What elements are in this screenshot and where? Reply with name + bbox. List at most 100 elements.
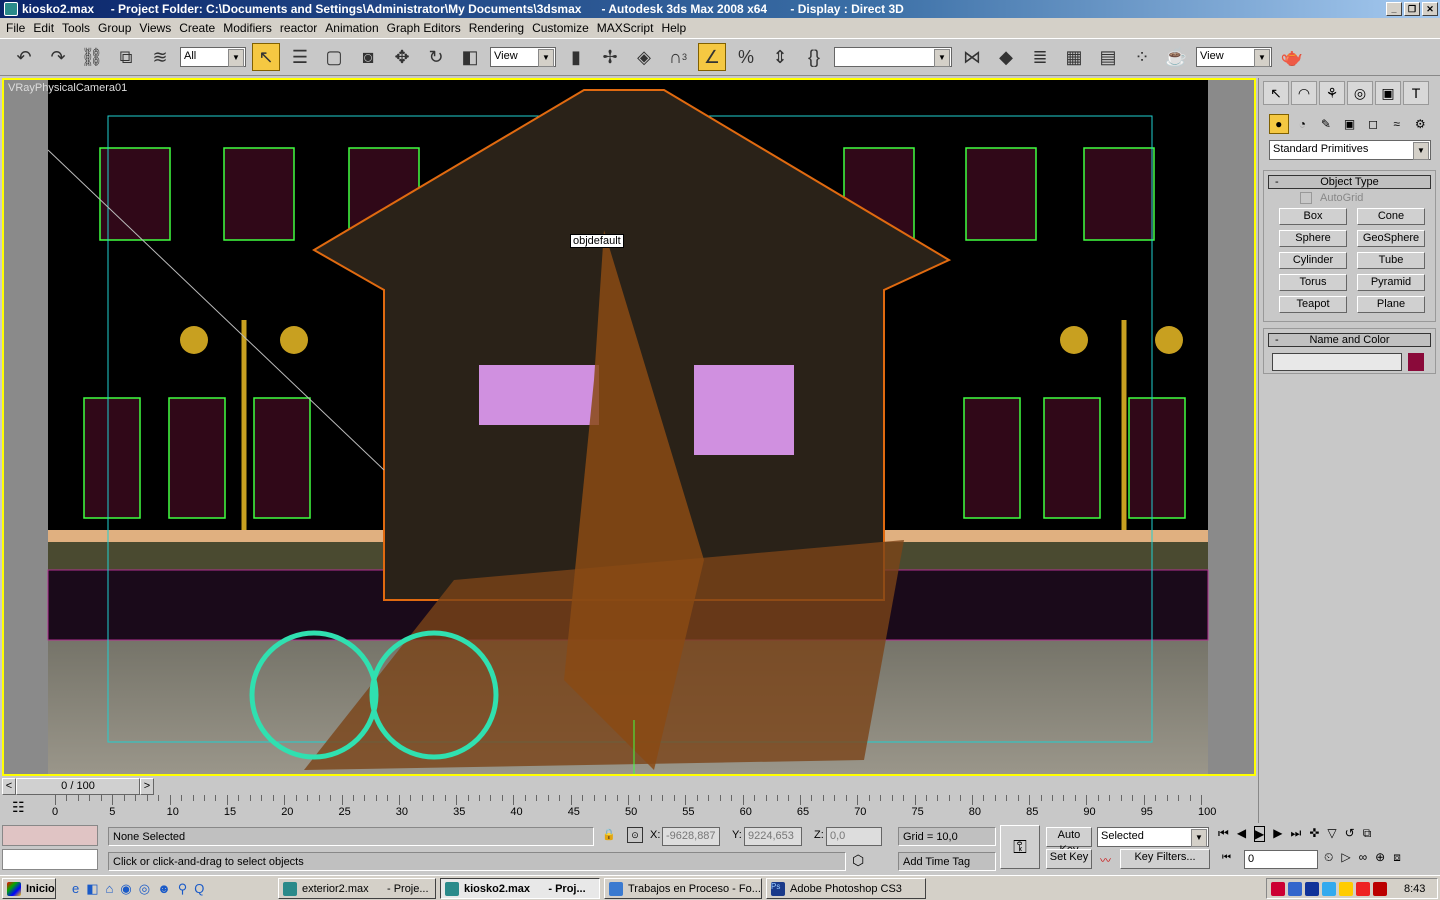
lights-icon[interactable]: ✎ [1316,114,1336,134]
render-view-dropdown[interactable]: View [1196,47,1272,67]
material-editor-icon[interactable]: ⁘ [1128,43,1156,71]
menu-modifiers[interactable]: Modifiers [221,21,278,35]
task-exterior2[interactable]: exterior2.max - Proje... [278,878,436,899]
camera-viewport[interactable]: VRayPhysicalCamera01 objdefault [2,78,1256,776]
y-coordinate-input[interactable]: 9224,653 [744,827,802,846]
space-warps-icon[interactable]: ≈ [1387,114,1407,134]
object-type-rollout[interactable]: - Object Type [1268,175,1431,189]
utilities-tab-icon[interactable]: T [1403,81,1429,105]
time-slider[interactable]: < 0 / 100 > [0,777,1256,795]
lock-icon[interactable]: 🔒 [602,828,616,841]
quicklaunch-icon[interactable]: ◧ [86,881,98,897]
autogrid-checkbox[interactable]: AutoGrid [1264,189,1435,204]
prev-frame-button[interactable]: < [2,778,16,795]
task-photoshop[interactable]: Ps Adobe Photoshop CS3 [766,878,926,899]
curve-editor-icon[interactable]: ▦ [1060,43,1088,71]
layer-manager-icon[interactable]: ≣ [1026,43,1054,71]
auto-key-button[interactable]: Auto Key [1046,827,1092,856]
menu-edit[interactable]: Edit [31,21,60,35]
box-button[interactable]: Box [1279,208,1347,225]
min-max-toggle-icon[interactable]: ⧈ [1393,850,1401,865]
selection-filter-dropdown[interactable]: All [180,47,246,67]
sphere-button[interactable]: Sphere [1279,230,1347,247]
maxscript-listener-mini[interactable] [2,825,98,846]
shapes-icon[interactable]: ◔ [1293,114,1313,134]
snap-toggle-icon[interactable]: ∩ 3 [664,43,692,71]
menu-maxscript[interactable]: MAXScript [595,21,660,35]
rotate-icon[interactable]: ↻ [422,43,450,71]
fov-icon[interactable]: ▽ [1327,826,1336,842]
align-icon[interactable]: ◆ [992,43,1020,71]
name-color-rollout[interactable]: - Name and Color [1268,333,1431,347]
window-crossing-icon[interactable]: ◙ [354,43,382,71]
key-mode-dropdown[interactable]: Selected [1097,827,1209,847]
named-selection-dropdown[interactable] [834,47,952,67]
geometry-icon[interactable]: ● [1269,114,1289,134]
x-coordinate-input[interactable]: -9628,887 [662,827,720,846]
menu-reactor[interactable]: reactor [278,21,323,35]
home-icon[interactable]: ⌂ [106,881,114,897]
redo-icon[interactable]: ↷ [44,43,72,71]
menu-animation[interactable]: Animation [323,21,384,35]
cone-button[interactable]: Cone [1357,208,1425,225]
current-frame-input[interactable]: 0 [1244,850,1318,869]
acrobat-icon[interactable]: ◉ [120,881,131,897]
angle-snap-icon[interactable]: ∠ [698,43,726,71]
menu-help[interactable]: Help [659,21,692,35]
scale-icon[interactable]: ◧ [456,43,484,71]
plane-button[interactable]: Plane [1357,296,1425,313]
tube-button[interactable]: Tube [1357,252,1425,269]
set-key-icon[interactable]: ⚿ [1000,825,1040,869]
category-dropdown[interactable]: Standard Primitives [1269,140,1431,160]
play-icon[interactable]: ▶ [1254,826,1266,842]
rect-selection-icon[interactable]: ▢ [320,43,348,71]
hierarchy-tab-icon[interactable]: ⚘ [1319,81,1345,105]
default-tangent-icon[interactable]: 〰 [1100,852,1111,868]
next-frame-button[interactable]: > [140,778,154,795]
time-slider-thumb[interactable]: 0 / 100 [16,778,140,795]
schematic-view-icon[interactable]: ▤ [1094,43,1122,71]
dolly-icon[interactable]: ▷ [1341,850,1350,865]
ie-icon[interactable]: e [72,881,79,897]
media-icon[interactable]: ◎ [139,881,150,897]
cameras-icon[interactable]: ▣ [1340,114,1360,134]
display-tab-icon[interactable]: ▣ [1375,81,1401,105]
minimize-button[interactable]: _ [1386,2,1402,16]
geosphere-button[interactable]: GeoSphere [1357,230,1425,247]
teapot-button[interactable]: Teapot [1279,296,1347,313]
reference-coord-dropdown[interactable]: View [490,47,556,67]
close-button[interactable]: ✕ [1422,2,1438,16]
keyboard-shortcut-icon[interactable]: ◈ [630,43,658,71]
network-icon[interactable]: ⚲ [178,881,188,897]
start-button[interactable]: Inicio [2,878,56,899]
torus-button[interactable]: Torus [1279,274,1347,291]
maximize-viewport-icon[interactable]: ⧉ [1363,826,1372,842]
set-key-button[interactable]: Set Key [1046,849,1092,869]
menu-group[interactable]: Group [96,21,137,35]
tray-quicktime-icon[interactable] [1322,881,1336,896]
restore-button[interactable]: ❐ [1404,2,1420,16]
mirror-icon[interactable]: ⋈ [958,43,986,71]
bind-space-warp-icon[interactable]: ≋ [146,43,174,71]
walk-through-icon[interactable]: ∞ [1359,850,1368,865]
systems-icon[interactable]: ⚙ [1410,114,1430,134]
menu-tools[interactable]: Tools [60,21,96,35]
edit-named-sel-icon[interactable]: {} [800,43,828,71]
next-key-icon[interactable]: ▶ [1273,826,1282,842]
menu-file[interactable]: File [4,21,31,35]
absolute-mode-icon[interactable]: ⊙ [627,827,643,843]
percent-snap-icon[interactable]: % [732,43,760,71]
go-to-start-icon[interactable]: ⏮ [1218,826,1229,842]
prev-key-icon[interactable]: ◀ [1237,826,1246,842]
go-to-end-icon[interactable]: ⏭ [1291,826,1302,842]
create-tab-icon[interactable]: ↖ [1263,81,1289,105]
maxscript-input-mini[interactable] [2,849,98,870]
pyramid-button[interactable]: Pyramid [1357,274,1425,291]
task-kiosko2[interactable]: kiosko2.max - Proj... [440,878,600,899]
select-by-name-icon[interactable]: ☰ [286,43,314,71]
quick-render-icon[interactable]: 🫖 [1278,43,1306,71]
viewport-label[interactable]: VRayPhysicalCamera01 [8,82,127,94]
motion-tab-icon[interactable]: ◎ [1347,81,1373,105]
object-name-input[interactable] [1272,353,1402,371]
helpers-icon[interactable]: ◻ [1363,114,1383,134]
